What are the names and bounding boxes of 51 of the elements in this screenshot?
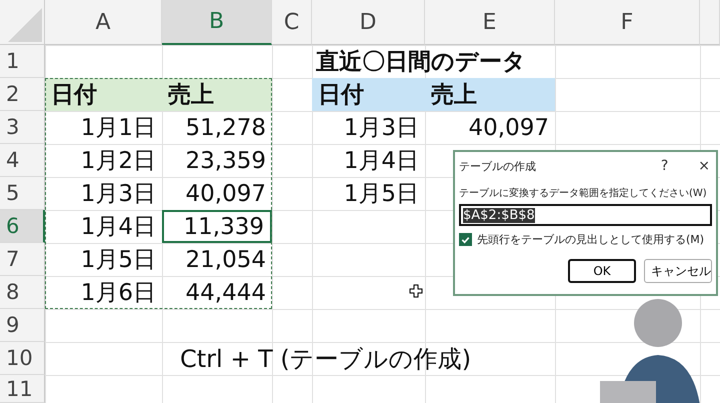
- range-label: テーブルに変換するデータ範囲を指定してください(W): [459, 186, 708, 200]
- table-header-cell: 売上: [162, 78, 272, 111]
- column-header[interactable]: D: [312, 0, 425, 45]
- amount-cell-text: 40,097: [468, 114, 550, 142]
- close-button[interactable]: ×: [696, 158, 712, 174]
- row-header[interactable]: 10: [0, 342, 45, 375]
- select-all-corner[interactable]: [0, 0, 45, 45]
- date-cell-text: 1月3日: [80, 180, 157, 209]
- column-header[interactable]: C: [272, 0, 312, 45]
- dialog-title: テーブルの作成: [459, 158, 537, 174]
- amount-cell-text: 23,359: [184, 146, 267, 176]
- column-header[interactable]: B: [162, 0, 272, 45]
- row-header[interactable]: 2: [0, 78, 45, 111]
- amount-cell-text: 44,444: [184, 278, 267, 308]
- date-cell-text: 1月5日: [80, 246, 157, 275]
- range-input-field[interactable]: $A$2:$B$8: [459, 204, 712, 226]
- column-header[interactable]: F: [555, 0, 700, 45]
- help-button[interactable]: ?: [658, 158, 670, 174]
- table-header-cell: 売上: [425, 78, 555, 111]
- date-cell-text: 1月6日: [80, 279, 157, 308]
- row-header[interactable]: 6: [0, 210, 45, 243]
- row-header[interactable]: 11: [0, 375, 45, 403]
- date-cell-text: 1月3日: [342, 114, 420, 143]
- date-cell-text: 1月1日: [80, 114, 157, 143]
- dialog-button[interactable]: キャンセル: [644, 259, 712, 283]
- date-cell-text: 1月4日: [80, 213, 157, 242]
- row-header[interactable]: 4: [0, 144, 45, 177]
- row-header[interactable]: 1: [0, 45, 45, 78]
- row-header[interactable]: 8: [0, 276, 45, 309]
- date-cell-text: 1月5日: [342, 180, 420, 209]
- shortcut-caption: Ctrl + T (テーブルの作成): [179, 344, 472, 374]
- table-header-cell: 日付: [45, 78, 162, 111]
- table-header-cell: 日付: [312, 78, 425, 111]
- amount-cell: 11,339: [162, 210, 272, 243]
- checkbox-label: 先頭行をテーブルの見出しとして使用する(M): [477, 232, 704, 247]
- amount-cell-text: 40,097: [184, 180, 267, 208]
- amount-cell-text: 51,278: [184, 114, 267, 142]
- row-header[interactable]: 7: [0, 243, 45, 276]
- date-cell-text: 1月2日: [80, 147, 157, 176]
- move-cursor-icon: [409, 284, 423, 298]
- column-header[interactable]: [700, 0, 720, 45]
- row-header[interactable]: 9: [0, 309, 45, 342]
- date-cell-text: 1月4日: [342, 147, 420, 176]
- checkbox[interactable]: [459, 233, 472, 246]
- dialog-button[interactable]: OK: [568, 259, 636, 283]
- column-header[interactable]: E: [425, 0, 555, 45]
- amount-cell-text: 21,054: [184, 246, 267, 274]
- row-header[interactable]: 5: [0, 177, 45, 210]
- column-header[interactable]: A: [45, 0, 162, 45]
- section-title: 直近〇日間のデータ: [315, 48, 527, 77]
- row-header[interactable]: 3: [0, 111, 45, 144]
